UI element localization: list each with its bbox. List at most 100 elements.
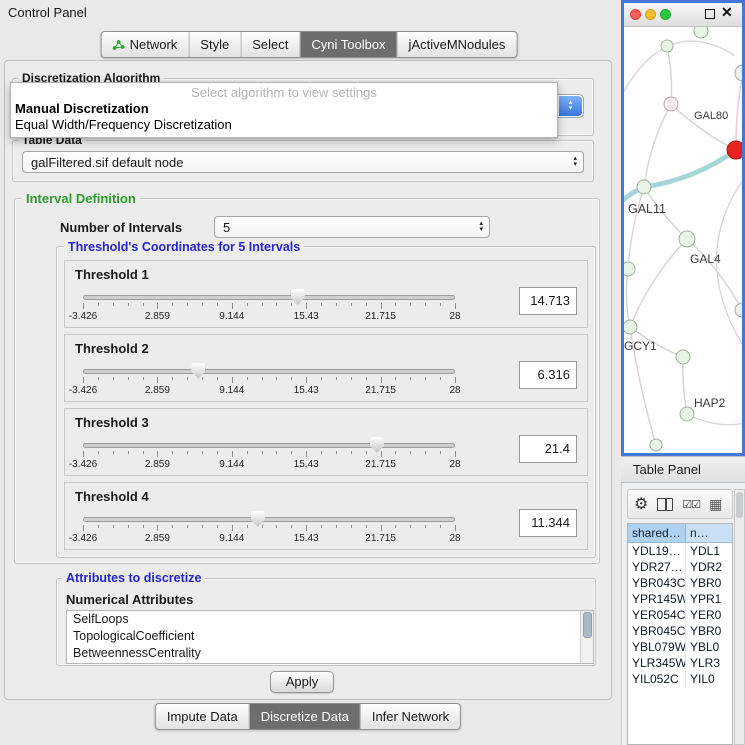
table-row[interactable]: YDR27…YDR2	[628, 559, 732, 575]
tab-select[interactable]: Select	[240, 32, 299, 57]
network-edge[interactable]	[644, 150, 736, 187]
network-edge[interactable]	[683, 357, 687, 414]
column-header[interactable]: n…	[686, 524, 732, 542]
thresholds-group-title: Threshold's Coordinates for 5 Intervals	[64, 240, 304, 254]
network-node-red[interactable]	[727, 141, 742, 159]
network-node-gcy1[interactable]	[624, 320, 637, 334]
table-cell: YIL052C	[628, 671, 686, 687]
select-columns-icon[interactable]: ☑☑	[682, 498, 700, 511]
tab-label: Cyni Toolbox	[311, 37, 385, 52]
table-panel-title: Table Panel	[633, 462, 701, 477]
network-node-gal11[interactable]	[637, 180, 651, 194]
number-of-intervals-value: 5	[223, 217, 230, 238]
apply-button[interactable]: Apply	[270, 671, 334, 693]
table-data-combobox[interactable]: galFiltered.sif default node ▴ ▾	[22, 151, 584, 173]
dropdown-prompt: Select algorithm to view settings	[11, 85, 557, 101]
table-scrollbar[interactable]	[734, 489, 745, 745]
table-panel-window: ⚙ ☑☑ ▦ shared…n… YDL19…YDL1YDR27…YDR2YBR…	[621, 483, 745, 745]
mac-minimize-icon[interactable]	[645, 9, 656, 20]
table-data-value: galFiltered.sif default node	[31, 152, 183, 173]
table-cell: YBR043C	[628, 575, 686, 591]
network-node-nb1[interactable]	[650, 439, 662, 451]
network-edge[interactable]	[736, 73, 742, 150]
table-grid-icon[interactable]: ▦	[709, 496, 722, 513]
table-header-row: shared…n…	[628, 524, 732, 543]
table-cell: YDR2	[686, 559, 732, 575]
close-panel-icon[interactable]: ✕	[721, 4, 733, 21]
table-cell: YBL0	[686, 639, 732, 655]
node-table: shared…n… YDL19…YDL1YDR27…YDR2YBR043CYBR…	[627, 523, 733, 745]
mac-zoom-icon[interactable]	[660, 9, 671, 20]
network-node-gal4[interactable]	[679, 231, 695, 247]
tab-cyni-toolbox[interactable]: Cyni Toolbox	[299, 32, 396, 57]
combobox-arrows-icon[interactable]: ▴ ▾	[559, 96, 582, 116]
dropdown-item[interactable]: Equal Width/Frequency Discretization	[11, 117, 557, 133]
attribute-item[interactable]: BetweennessCentrality	[67, 645, 593, 662]
table-row[interactable]: YLR345WYLR3	[628, 655, 732, 671]
mac-close-icon[interactable]	[630, 9, 641, 20]
network-canvas[interactable]: GAL80GAL11GAL4GCY1HAP2	[624, 27, 742, 453]
network-edge[interactable]	[687, 239, 742, 310]
table-cell: YBR0	[686, 575, 732, 591]
network-node-n1[interactable]	[661, 40, 673, 52]
table-row[interactable]: YER054CYER0	[628, 607, 732, 623]
tab-label: Infer Network	[372, 709, 449, 724]
tab-impute-data[interactable]: Impute Data	[156, 704, 249, 729]
tab-discretize-data[interactable]: Discretize Data	[249, 704, 360, 729]
spinner-down-icon: ▾	[573, 162, 577, 168]
network-edge[interactable]	[644, 104, 671, 187]
columns-icon[interactable]	[657, 498, 673, 511]
table-row[interactable]: YBR045CYBR0	[628, 623, 732, 639]
numerical-attributes-list[interactable]: SelfLoopsTopologicalCoefficientBetweenne…	[66, 610, 594, 664]
network-edge[interactable]	[626, 269, 630, 327]
attribute-item[interactable]: SelfLoops	[67, 611, 593, 628]
number-of-intervals-combobox[interactable]: 5 ▴ ▾	[214, 216, 490, 238]
tab-label: Style	[200, 37, 229, 52]
table-row[interactable]: YIL052CYIL0	[628, 671, 732, 687]
table-cell: YBR045C	[628, 623, 686, 639]
combobox-arrows-icon: ▴ ▾	[479, 221, 483, 233]
scrollbar-thumb[interactable]	[583, 612, 592, 638]
tab-infer-network[interactable]: Infer Network	[360, 704, 460, 729]
table-row[interactable]: YBR043CYBR0	[628, 575, 732, 591]
table-row[interactable]: YDL19…YDL1	[628, 543, 732, 559]
tab-label: Impute Data	[167, 709, 238, 724]
network-edge[interactable]	[630, 239, 687, 327]
network-edge[interactable]	[687, 414, 742, 425]
table-row[interactable]: YPR145WYPR1	[628, 591, 732, 607]
attributes-group-title: Attributes to discretize	[62, 571, 205, 585]
network-graph[interactable]: GAL80GAL11GAL4GCY1HAP2	[624, 27, 742, 453]
table-cell: YLR345W	[628, 655, 686, 671]
tab-style[interactable]: Style	[188, 32, 240, 57]
network-node-nr1[interactable]	[735, 65, 742, 81]
table-cell: YPR145W	[628, 591, 686, 607]
attributes-list-scrollbar[interactable]	[580, 611, 593, 663]
table-cell: YDL1	[686, 543, 732, 559]
table-cell: YER0	[686, 607, 732, 623]
float-panel-icon[interactable]	[705, 9, 715, 19]
network-node-n2[interactable]	[694, 27, 708, 38]
network-node-gal80[interactable]	[664, 97, 678, 111]
network-icon	[113, 39, 125, 51]
network-edge[interactable]	[624, 41, 734, 102]
spinner-down-icon: ▾	[479, 227, 483, 233]
network-node-nm2[interactable]	[676, 350, 690, 364]
table-row[interactable]: YBL079WYBL0	[628, 639, 732, 655]
network-node-hap2[interactable]	[680, 407, 694, 421]
dropdown-item[interactable]: Manual Discretization	[11, 101, 557, 117]
network-node-nl1[interactable]	[624, 262, 635, 276]
tab-network[interactable]: Network	[102, 32, 189, 57]
tab-jactivemnodules[interactable]: jActiveMNodules	[397, 32, 517, 57]
network-node-nr2[interactable]	[735, 303, 742, 317]
numerical-attributes-label: Numerical Attributes	[66, 592, 193, 607]
table-cell: YIL0	[686, 671, 732, 687]
scrollbar-thumb[interactable]	[736, 492, 743, 518]
column-header[interactable]: shared…	[628, 524, 686, 542]
gear-icon[interactable]: ⚙	[634, 494, 648, 514]
network-edge[interactable]	[667, 46, 671, 104]
node-label-gal11: GAL11	[628, 202, 666, 216]
table-toolbar: ⚙ ☑☑ ▦	[627, 489, 733, 519]
network-edge[interactable]	[628, 187, 644, 269]
attribute-item[interactable]: TopologicalCoefficient	[67, 628, 593, 645]
tab-label: Network	[130, 37, 178, 52]
